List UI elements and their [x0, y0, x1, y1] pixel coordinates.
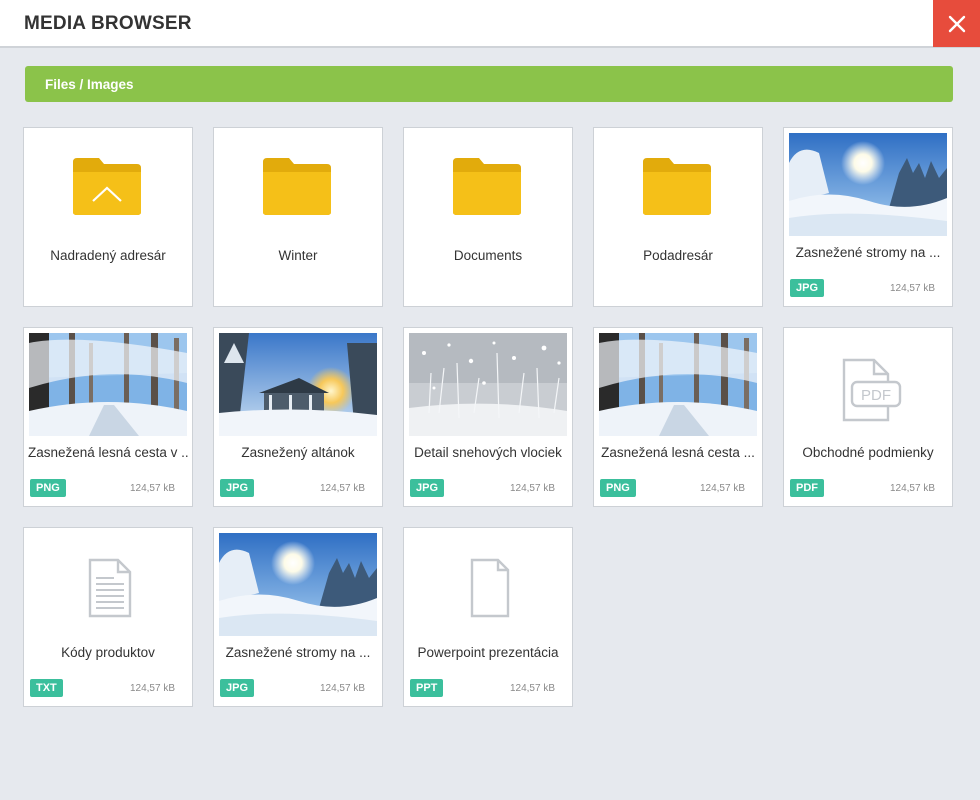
- snowy-forest-path-image: [599, 333, 757, 436]
- file-size: 124,57 kB: [509, 483, 555, 494]
- folder-label: Documents: [453, 248, 523, 263]
- file-card[interactable]: Zasnežený altánok JPG 124,57 kB: [213, 327, 383, 507]
- snowflakes-detail-image: [409, 333, 567, 436]
- file-name: Detail snehových vlociek: [414, 445, 562, 460]
- close-button[interactable]: [933, 0, 980, 47]
- folder-up-icon: [73, 158, 141, 215]
- file-type-badge: PNG: [30, 479, 66, 497]
- file-name: Powerpoint prezentácia: [417, 645, 559, 660]
- snowy-gazebo-image: [219, 333, 377, 436]
- file-name: Zasnežené stromy na ...: [225, 645, 371, 660]
- folder-icon: [453, 158, 521, 215]
- file-card[interactable]: Powerpoint prezentácia PPT 124,57 kB: [403, 527, 573, 707]
- file-name: Kódy produktov: [61, 645, 155, 660]
- file-card[interactable]: Zasnežené stromy na ... JPG 124,57 kB: [783, 127, 953, 307]
- file-card[interactable]: Kódy produktov TXT 124,57 kB: [23, 527, 193, 707]
- file-name: Zasnežená lesná cesta v ...: [28, 445, 188, 460]
- file-size: 124,57 kB: [889, 283, 935, 294]
- folder-icon: [263, 158, 331, 215]
- file-card[interactable]: Zasnežená lesná cesta v ... PNG 124,57 k…: [23, 327, 193, 507]
- svg-text:PDF: PDF: [861, 387, 891, 404]
- file-card[interactable]: Detail snehových vlociek JPG 124,57 kB: [403, 327, 573, 507]
- blank-file-icon: [470, 558, 510, 618]
- folder-card-subfolder[interactable]: Podadresár: [593, 127, 763, 307]
- file-type-badge: JPG: [220, 679, 255, 697]
- folder-icon: [643, 158, 711, 215]
- snow-trees-sun-image: [789, 133, 947, 236]
- file-type-badge: TXT: [30, 679, 63, 697]
- file-card[interactable]: PDF Obchodné podmienky PDF 124,57 kB: [783, 327, 953, 507]
- file-type-badge: PPT: [410, 679, 444, 697]
- text-file-icon: [88, 558, 132, 618]
- file-size: 124,57 kB: [509, 683, 555, 694]
- folder-label: Nadradený adresár: [50, 248, 166, 263]
- file-type-badge: JPG: [790, 279, 825, 297]
- file-type-badge: JPG: [220, 479, 255, 497]
- file-type-badge: PDF: [790, 479, 824, 497]
- file-size: 124,57 kB: [129, 683, 175, 694]
- file-type-badge: PNG: [600, 479, 636, 497]
- close-icon: [948, 15, 965, 32]
- window-title: MEDIA BROWSER: [24, 13, 192, 34]
- file-card[interactable]: Zasnežená lesná cesta ... PNG 124,57 kB: [593, 327, 763, 507]
- file-name: Zasnežená lesná cesta ...: [601, 445, 755, 460]
- pdf-icon: PDF: [842, 358, 902, 422]
- folder-label: Winter: [278, 248, 318, 263]
- file-size: 124,57 kB: [319, 683, 365, 694]
- breadcrumb: Files / Images: [25, 66, 953, 102]
- folder-card-parent[interactable]: Nadradený adresár: [23, 127, 193, 307]
- snowy-forest-path-image: [29, 333, 187, 436]
- title-bar: MEDIA BROWSER: [0, 0, 980, 48]
- file-name: Zasnežené stromy na ...: [795, 245, 941, 260]
- snow-trees-sun-image: [219, 533, 377, 636]
- breadcrumb-path[interactable]: Files / Images: [45, 77, 134, 92]
- folder-card-winter[interactable]: Winter: [213, 127, 383, 307]
- file-size: 124,57 kB: [699, 483, 745, 494]
- file-card[interactable]: Zasnežené stromy na ... JPG 124,57 kB: [213, 527, 383, 707]
- file-name: Zasnežený altánok: [241, 445, 355, 460]
- file-size: 124,57 kB: [319, 483, 365, 494]
- folder-card-documents[interactable]: Documents: [403, 127, 573, 307]
- file-size: 124,57 kB: [889, 483, 935, 494]
- file-size: 124,57 kB: [129, 483, 175, 494]
- file-name: Obchodné podmienky: [802, 445, 934, 460]
- folder-label: Podadresár: [643, 248, 713, 263]
- file-type-badge: JPG: [410, 479, 445, 497]
